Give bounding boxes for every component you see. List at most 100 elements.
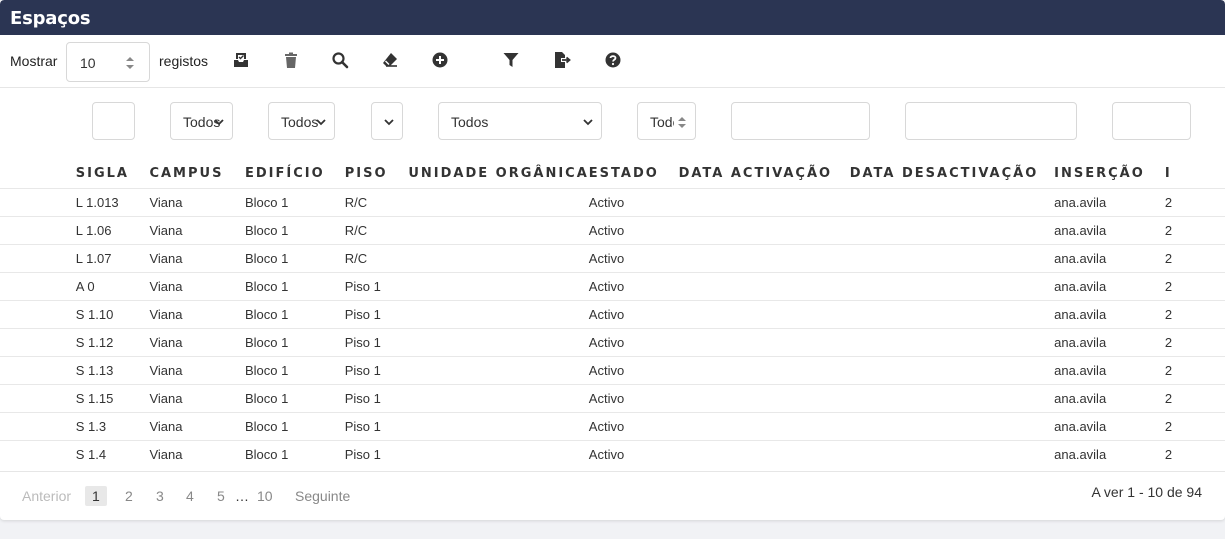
row-spacer: [0, 215, 76, 244]
sigla-filter-input[interactable]: [92, 102, 135, 140]
row-spacer: [0, 271, 76, 300]
next-page-button[interactable]: Seguinte: [295, 488, 350, 504]
table-cell: [849, 411, 1055, 440]
deactivation-date-filter-input[interactable]: [905, 102, 1077, 140]
page-title: Espaços: [10, 8, 91, 29]
prev-page-button[interactable]: Anterior: [22, 488, 71, 504]
table-row[interactable]: S 1.3 Viana Bloco 1 Piso 1 Activo ana.avila 2: [0, 411, 1225, 440]
import-button[interactable]: [232, 51, 250, 69]
table-cell: Bloco 1: [244, 187, 345, 216]
unidade-filter-value: Todos: [451, 114, 489, 130]
filter-icon: [503, 53, 519, 67]
table-cell: [408, 271, 589, 300]
table-cell: R/C: [344, 215, 409, 244]
table-row[interactable]: S 1.4 Viana Bloco 1 Piso 1 Activo ana.avila 2: [0, 439, 1225, 468]
table-row[interactable]: L 1.07 Viana Bloco 1 R/C Activo ana.avila 2: [0, 243, 1225, 272]
table-cell: Activo: [588, 439, 679, 468]
campus-filter-select[interactable]: Todos: [170, 102, 233, 140]
table-cell: [408, 215, 589, 244]
column-header[interactable]: UNIDADE ORGÂNICA: [408, 160, 588, 188]
table-cell: [678, 411, 850, 440]
table-row[interactable]: L 1.06 Viana Bloco 1 R/C Activo ana.avila 2: [0, 215, 1225, 244]
table-cell: L 1.013: [75, 187, 150, 216]
search-icon: [332, 52, 349, 69]
pagination-ellipsis: …: [235, 488, 249, 504]
table-cell: [408, 355, 589, 384]
table-cell: Viana: [149, 215, 245, 244]
export-button[interactable]: [553, 51, 571, 69]
table-cell: Bloco 1: [244, 439, 345, 468]
table-cell: 2: [1164, 243, 1225, 272]
column-header[interactable]: DATA DESACTIVAÇÃO: [850, 160, 1054, 188]
table-cell: [408, 187, 589, 216]
page-5-button[interactable]: 5: [217, 488, 225, 504]
title-bar: Espaços: [0, 0, 1225, 35]
page-1-button[interactable]: 1: [85, 486, 107, 506]
column-filters: Todos Todos Todos Todos: [0, 88, 1225, 154]
table-cell: [408, 383, 589, 412]
column-header[interactable]: INSERÇÃO: [1054, 160, 1165, 188]
table-cell: Piso 1: [344, 299, 409, 328]
stepper-arrows-icon[interactable]: [125, 55, 135, 71]
column-header[interactable]: DATA ACTIVAÇÃO: [679, 160, 850, 188]
table-cell: Piso 1: [344, 355, 409, 384]
activation-date-filter-input[interactable]: [731, 102, 870, 140]
page-3-button[interactable]: 3: [156, 488, 164, 504]
table-cell: Bloco 1: [244, 327, 345, 356]
piso-filter-select[interactable]: [371, 102, 403, 140]
page-2-button[interactable]: 2: [125, 488, 133, 504]
toolbar: Mostrar 10 registos: [0, 35, 1225, 88]
unidade-filter-select[interactable]: Todos: [438, 102, 602, 140]
trash-icon: [285, 52, 297, 68]
table-cell: ana.avila: [1054, 411, 1165, 440]
row-spacer: [0, 243, 76, 272]
page-size-stepper[interactable]: 10: [66, 42, 150, 82]
table-cell: Viana: [149, 439, 245, 468]
table-cell: Activo: [588, 355, 679, 384]
table-row[interactable]: A 0 Viana Bloco 1 Piso 1 Activo ana.avila 2: [0, 271, 1225, 300]
table-cell: Viana: [149, 271, 245, 300]
column-header[interactable]: PISO: [345, 160, 409, 188]
help-button[interactable]: [604, 51, 622, 69]
column-header[interactable]: EDIFÍCIO: [245, 160, 345, 188]
clear-button[interactable]: [381, 51, 399, 69]
delete-button[interactable]: [282, 51, 300, 69]
table-cell: Piso 1: [344, 271, 409, 300]
column-header[interactable]: ESTADO: [589, 160, 679, 188]
search-button[interactable]: [331, 51, 349, 69]
table-cell: [678, 327, 850, 356]
table-cell: [849, 439, 1055, 468]
table-row[interactable]: L 1.013 Viana Bloco 1 R/C Activo ana.avila 2: [0, 187, 1225, 216]
table-cell: [408, 411, 589, 440]
spaces-panel: Espaços Mostrar 10 registos Todos Todos …: [0, 0, 1225, 520]
page-10-button[interactable]: 10: [257, 488, 273, 504]
insertion-filter-input[interactable]: [1112, 102, 1191, 140]
table-row[interactable]: S 1.12 Viana Bloco 1 Piso 1 Activo ana.avila 2: [0, 327, 1225, 356]
table-cell: ana.avila: [1054, 271, 1165, 300]
sort-arrows-icon: [678, 117, 686, 128]
estado-filter-select[interactable]: Todos: [637, 102, 696, 140]
table-cell: ana.avila: [1054, 215, 1165, 244]
edificio-filter-select[interactable]: Todos: [268, 102, 335, 140]
table-cell: Activo: [588, 187, 679, 216]
table-cell: 2: [1164, 187, 1225, 216]
filter-button[interactable]: [502, 51, 520, 69]
table-row[interactable]: S 1.10 Viana Bloco 1 Piso 1 Activo ana.avila 2: [0, 299, 1225, 328]
add-button[interactable]: [431, 51, 449, 69]
records-info: A ver 1 - 10 de 94: [1091, 484, 1202, 500]
row-spacer: [0, 299, 76, 328]
table-cell: [678, 383, 850, 412]
table-cell: A 0: [75, 271, 150, 300]
page-4-button[interactable]: 4: [186, 488, 194, 504]
column-header[interactable]: I: [1165, 160, 1225, 188]
table-cell: S 1.13: [75, 355, 150, 384]
table-cell: [849, 215, 1055, 244]
table-row[interactable]: S 1.13 Viana Bloco 1 Piso 1 Activo ana.avila 2: [0, 355, 1225, 384]
table-cell: ana.avila: [1054, 327, 1165, 356]
table-cell: [849, 383, 1055, 412]
table-cell: [408, 299, 589, 328]
table-cell: [849, 327, 1055, 356]
column-header[interactable]: CAMPUS: [149, 160, 245, 188]
table-row[interactable]: S 1.15 Viana Bloco 1 Piso 1 Activo ana.avila 2: [0, 383, 1225, 412]
column-header[interactable]: SIGLA: [76, 160, 150, 188]
